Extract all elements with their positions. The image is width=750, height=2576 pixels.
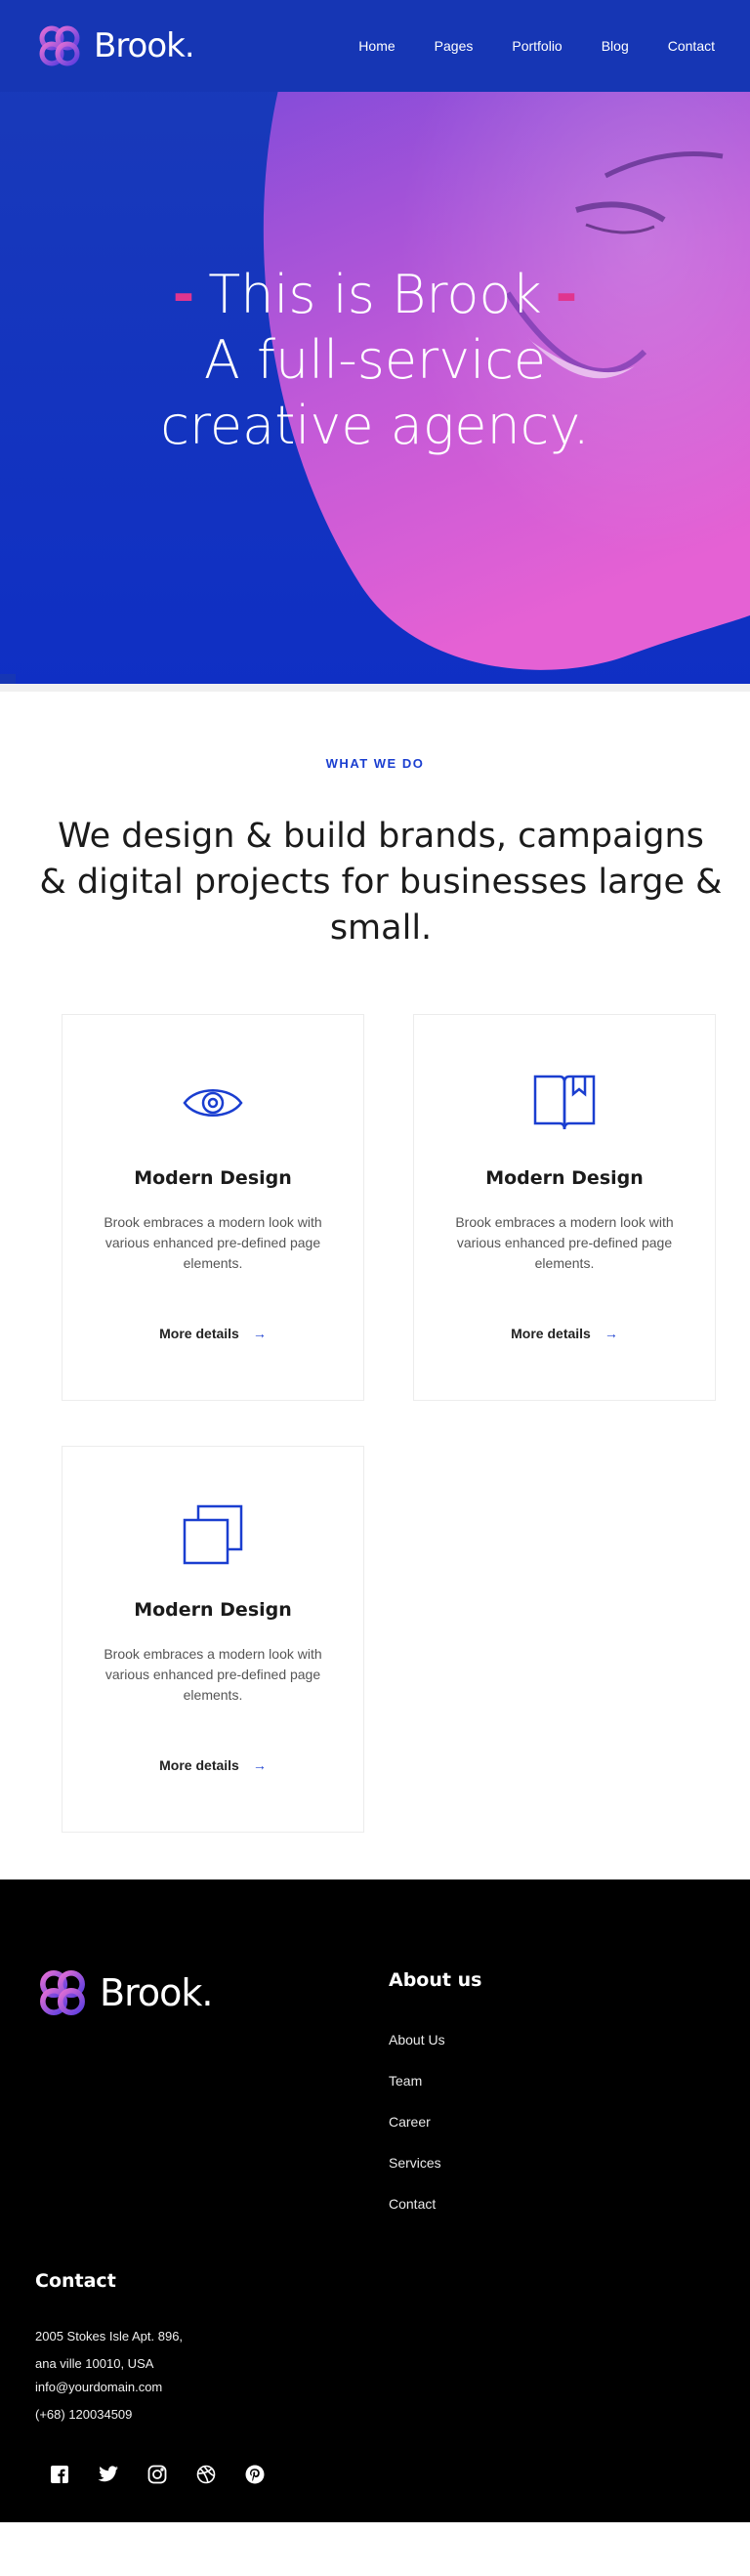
footer-link-contact[interactable]: Contact xyxy=(389,2196,445,2237)
address-line1: 2005 Stokes Isle Apt. 896, xyxy=(35,2329,184,2344)
arrow-right-icon: → xyxy=(252,1757,267,1773)
more-details-label: More details xyxy=(159,1757,239,1773)
footer-brand-logo[interactable]: Brook. xyxy=(35,1965,213,2020)
card-title: Modern Design xyxy=(134,1599,292,1621)
footer-link-career[interactable]: Career xyxy=(389,2114,445,2155)
about-heading: About us xyxy=(389,1969,482,1991)
more-details-label: More details xyxy=(159,1326,239,1341)
instagram-icon[interactable] xyxy=(146,2464,168,2485)
service-card: Modern Design Brook embraces a modern lo… xyxy=(62,1014,364,1401)
footer-link-team[interactable]: Team xyxy=(389,2073,445,2114)
main-nav: Home Pages Portfolio Blog Contact xyxy=(358,38,715,54)
phone-number[interactable]: (+68) 120034509 xyxy=(35,2407,183,2422)
logo-icon xyxy=(40,1970,85,2015)
footer-link-services[interactable]: Services xyxy=(389,2155,445,2196)
dribbble-icon[interactable] xyxy=(195,2464,217,2485)
about-links: About Us Team Career Services Contact xyxy=(389,2032,445,2237)
hero-title-line1: - This is Brook - xyxy=(0,264,750,325)
nav-item-blog[interactable]: Blog xyxy=(602,38,629,54)
address-line2: ana ville 10010, USA xyxy=(35,2356,154,2371)
site-header: Brook. Home Pages Portfolio Blog Contact xyxy=(0,0,750,92)
service-card: Modern Design Brook embraces a modern lo… xyxy=(413,1014,716,1401)
footer-link-about-us[interactable]: About Us xyxy=(389,2032,445,2073)
facebook-icon[interactable] xyxy=(49,2464,70,2485)
more-details-link[interactable]: More details → xyxy=(62,1757,363,1773)
arrow-right-icon: → xyxy=(252,1326,267,1341)
arrow-right-icon: → xyxy=(604,1326,618,1341)
hero-dash-left: - xyxy=(172,264,195,325)
more-details-link[interactable]: More details → xyxy=(62,1326,363,1341)
contact-heading: Contact xyxy=(35,2270,116,2292)
brand-logo[interactable]: Brook. xyxy=(35,21,195,70)
pinterest-icon[interactable] xyxy=(244,2464,266,2485)
services-section: WHAT WE DO We design & build brands, cam… xyxy=(0,692,750,951)
book-icon xyxy=(414,1072,715,1134)
card-title: Modern Design xyxy=(485,1167,644,1189)
twitter-icon[interactable] xyxy=(98,2464,119,2485)
hero-title-line3: creative agency. xyxy=(160,395,590,456)
brand-name: Brook. xyxy=(94,26,195,65)
nav-item-home[interactable]: Home xyxy=(358,38,395,54)
card-description: Brook embraces a modern look with variou… xyxy=(104,1214,322,1271)
hero-dash-right: - xyxy=(555,264,578,325)
hero-section: - This is Brook - A full-service creative … xyxy=(0,0,750,692)
nav-item-pages[interactable]: Pages xyxy=(435,38,474,54)
more-details-link[interactable]: More details → xyxy=(414,1326,715,1341)
hero-divider xyxy=(0,684,750,692)
copy-icon xyxy=(62,1503,363,1566)
site-footer: Brook. About us About Us Team Career Ser… xyxy=(0,1879,750,2522)
card-description: Brook embraces a modern look with variou… xyxy=(455,1214,674,1271)
hero-title-line2: A full-service xyxy=(203,329,547,391)
email-link[interactable]: info@yourdomain.com xyxy=(35,2380,183,2407)
section-headline: We design & build brands, campaigns & di… xyxy=(39,817,723,948)
card-description: Brook embraces a modern look with variou… xyxy=(104,1646,322,1703)
nav-item-portfolio[interactable]: Portfolio xyxy=(512,38,562,54)
nav-item-contact[interactable]: Contact xyxy=(668,38,715,54)
hero-title-text: This is Brook xyxy=(208,264,542,325)
hero-heading: - This is Brook - A full-service creative … xyxy=(0,264,750,456)
eye-icon xyxy=(62,1072,363,1134)
more-details-label: More details xyxy=(511,1326,591,1341)
footer-brand-name: Brook. xyxy=(100,1971,213,2014)
card-title: Modern Design xyxy=(134,1167,292,1189)
section-eyebrow: WHAT WE DO xyxy=(325,756,425,771)
contact-info: 2005 Stokes Isle Apt. 896, ana ville 100… xyxy=(35,2329,183,2422)
services-cards: Modern Design Brook embraces a modern lo… xyxy=(0,951,750,1879)
social-links xyxy=(49,2464,266,2485)
logo-icon xyxy=(39,25,80,66)
service-card: Modern Design Brook embraces a modern lo… xyxy=(62,1446,364,1833)
